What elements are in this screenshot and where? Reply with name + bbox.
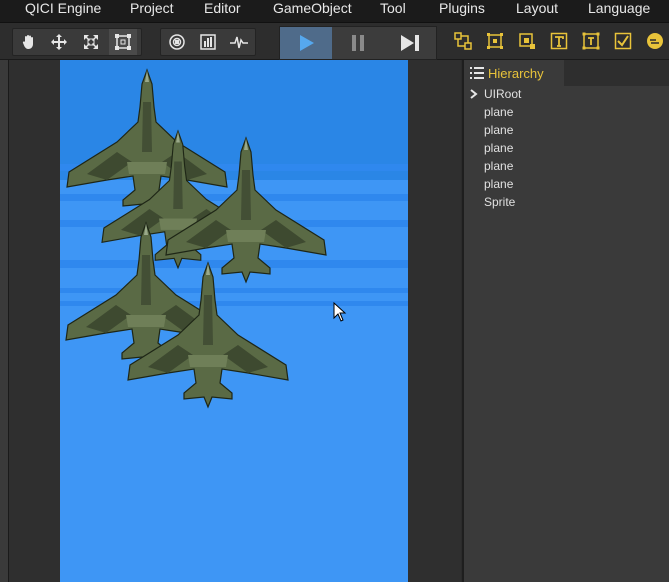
zoom-button[interactable] [163,29,191,55]
menu-tool[interactable]: Tool [380,0,406,22]
rect-tool-button[interactable] [109,29,137,55]
tree-item-plane[interactable]: plane [484,103,513,121]
menu-layout[interactable]: Layout [516,0,558,22]
scale-tool-button[interactable] [77,29,105,55]
toggle-icon [614,32,632,50]
menu-gameobject[interactable]: GameObject [273,0,352,22]
tree-item-label: UIRoot [484,87,522,101]
tree-item-label: plane [484,105,514,119]
chevron-right-icon[interactable] [470,89,478,99]
create-ui-text-button[interactable] [581,31,601,51]
create-text-button[interactable] [549,31,569,51]
menu-editor[interactable]: Editor [204,0,241,22]
text-icon [550,32,568,50]
mouse-cursor-icon [333,302,347,322]
move-icon [51,34,67,50]
create-sprite-button[interactable] [485,31,505,51]
pause-icon [352,35,364,51]
create-image-button[interactable] [517,31,537,51]
play-button[interactable] [280,27,332,59]
tab-hierarchy[interactable]: Hierarchy [464,60,564,86]
profiler-icon [230,36,248,49]
play-icon [300,35,314,51]
tree-item-label: Sprite [484,195,516,209]
toolbar [0,23,669,60]
list-icon [470,67,484,79]
stats-button[interactable] [194,29,222,55]
menu-qici-engine[interactable]: QICI Engine [25,0,101,22]
image-icon [519,33,535,49]
transform-tools-group [12,28,142,56]
tree-item-plane[interactable]: plane [484,139,513,157]
tree-item-plane[interactable]: plane [484,157,513,175]
qc-icon [647,33,663,49]
tree-item-label: plane [484,141,514,155]
plane-sprite[interactable] [66,69,228,215]
step-button[interactable] [384,27,436,59]
hand-icon [22,35,33,49]
zoom-icon [169,34,185,50]
menu-project[interactable]: Project [130,0,174,22]
tree-item-plane[interactable]: plane [484,121,513,139]
node-icon [454,32,472,50]
tree-item-label: plane [484,177,514,191]
view-tools-group [160,28,256,56]
tree-item-uiroot[interactable]: UIRoot [470,85,521,103]
game-canvas[interactable] [60,60,408,582]
menu-bar: QICI Engine Project Editor GameObject To… [0,0,669,23]
tree-item-sprite[interactable]: Sprite [484,193,515,211]
move-tool-button[interactable] [45,29,73,55]
create-toggle-button[interactable] [613,31,633,51]
scene-view[interactable] [9,60,461,582]
planes-layer [65,69,327,408]
scale-icon [84,35,98,49]
step-icon [401,35,419,51]
hierarchy-panel: Hierarchy UIRoot plane plane plane plane… [462,60,669,582]
pause-button[interactable] [332,27,384,59]
left-dock-strip [0,60,9,582]
hand-tool-button[interactable] [15,29,43,55]
profiler-button[interactable] [225,29,253,55]
hierarchy-tab-label: Hierarchy [488,65,544,81]
tree-item-label: plane [484,159,514,173]
create-node-button[interactable] [453,31,473,51]
menu-plugins[interactable]: Plugins [439,0,485,22]
stats-icon [200,34,216,50]
tree-item-plane[interactable]: plane [484,175,513,193]
ui-text-icon [582,32,600,50]
tree-item-label: plane [484,123,514,137]
sprite-icon [487,33,503,49]
hierarchy-panel-header: Hierarchy [464,60,669,86]
create-qc-button[interactable] [645,31,665,51]
rect-icon [115,34,131,50]
menu-language[interactable]: Language [588,0,650,22]
playback-group [279,26,437,60]
